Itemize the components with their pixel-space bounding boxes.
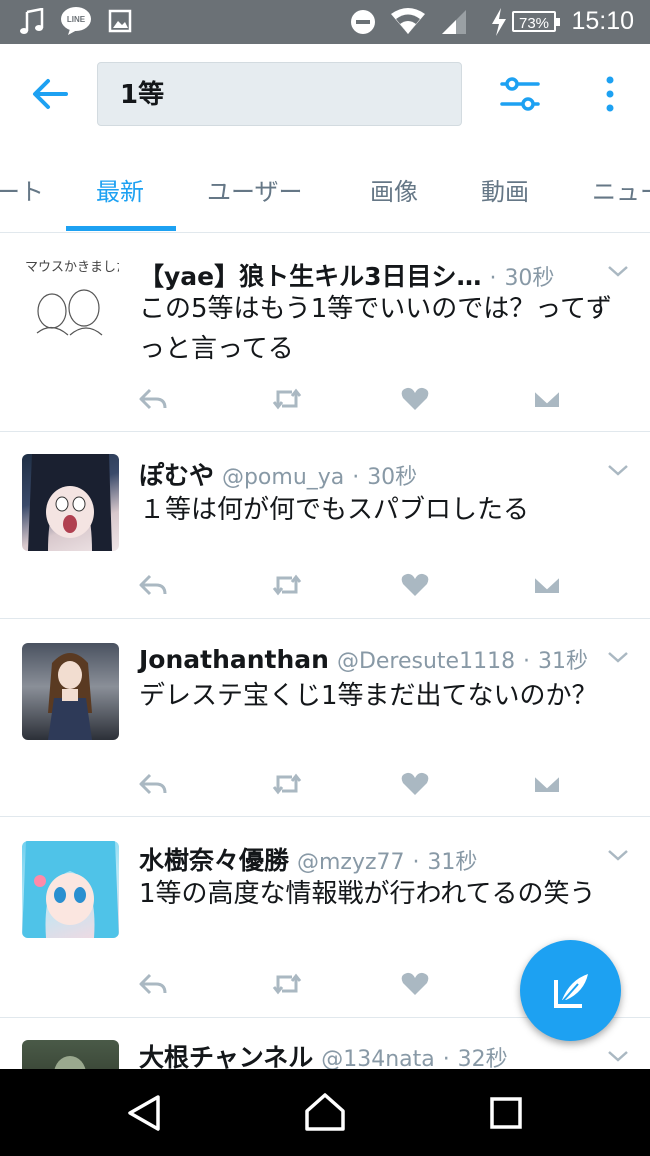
search-input[interactable]: [120, 77, 440, 107]
battery-indicator: 73%: [512, 11, 560, 32]
back-triangle-icon[interactable]: [122, 1091, 166, 1135]
compose-quill-icon: [554, 974, 588, 1008]
avatar-image: [54, 1056, 86, 1069]
tab-latest[interactable]: 最新: [96, 172, 144, 207]
search-header: [0, 44, 650, 144]
retweet-icon[interactable]: [272, 386, 302, 412]
status-bar: LINE 73% 15:10: [0, 0, 650, 44]
like-heart-icon[interactable]: [400, 771, 430, 797]
tweet-author-name[interactable]: 水樹奈々優勝: [139, 846, 289, 875]
tweet-timestamp: 30秒: [367, 465, 418, 490]
tweet-text: デレステ宝くじ1等まだ出てないのか？: [139, 681, 598, 711]
tab-news[interactable]: ニュー: [592, 172, 650, 207]
anime-girl-blue-hair-avatar-image: [22, 841, 119, 938]
tab-top[interactable]: ート: [0, 172, 44, 207]
system-navigation-bar: [0, 1069, 650, 1156]
chevron-down-icon[interactable]: [606, 847, 630, 863]
tweet-item[interactable]: ぽむや @pomu_ya · 30秒 １等は何が何でもスパブロしたる: [0, 432, 650, 619]
tweet-item[interactable]: マウスかきました! 【yae】狼ト生キル3日目シ… · 30秒 この5等はもう1…: [0, 233, 650, 432]
tab-videos[interactable]: 動画: [481, 172, 529, 207]
tweet-author-handle[interactable]: @Deresute1118: [337, 649, 515, 674]
search-tabs: ート 最新 ユーザー 画像 動画 ニュー: [0, 144, 650, 233]
like-heart-icon[interactable]: [400, 386, 430, 412]
tweet-author-name[interactable]: 大根チャンネル: [139, 1043, 313, 1069]
tweet-author-handle[interactable]: @134nata: [321, 1047, 435, 1069]
tweet-text: 1等の高度な情報戦が行われてるの笑う: [139, 879, 596, 909]
compose-tweet-button[interactable]: [520, 940, 621, 1041]
anime-idol-avatar-image: [48, 653, 92, 740]
reply-icon[interactable]: [138, 386, 168, 412]
more-vertical-icon[interactable]: [598, 74, 622, 114]
chevron-down-icon[interactable]: [606, 263, 630, 279]
sketch-avatar-image: マウスかきました!: [25, 260, 119, 336]
chevron-down-icon[interactable]: [606, 462, 630, 478]
recent-apps-icon[interactable]: [484, 1091, 528, 1135]
tweet-item[interactable]: Jonathanthan @Deresute1118 · 31秒 デレステ宝くじ…: [0, 619, 650, 817]
tweet-timestamp: 31秒: [537, 649, 588, 674]
direct-message-icon[interactable]: [532, 386, 562, 412]
status-clock: 15:10: [571, 7, 634, 35]
retweet-icon[interactable]: [272, 971, 302, 997]
home-icon[interactable]: [303, 1091, 347, 1135]
tweet-author-name[interactable]: 【yae】狼ト生キル3日目シ…: [139, 262, 482, 291]
tweet-author-name[interactable]: ぽむや: [139, 461, 214, 490]
avatar[interactable]: [22, 454, 119, 551]
tweet-timestamp: 31秒: [427, 850, 478, 875]
avatar[interactable]: マウスかきました!: [22, 253, 119, 350]
music-note-icon: [20, 8, 44, 34]
tweet-text: この5等はもう1等でいいのでは？ってずっと言ってる: [139, 294, 613, 364]
direct-message-icon[interactable]: [532, 572, 562, 598]
svg-text:LINE: LINE: [67, 15, 86, 24]
charging-bolt-icon: [492, 8, 506, 36]
search-field[interactable]: [97, 62, 462, 126]
tab-images[interactable]: 画像: [370, 172, 418, 207]
svg-text:マウスかきました!: マウスかきました!: [25, 260, 119, 275]
do-not-disturb-icon: [351, 10, 375, 34]
tweet-author-handle[interactable]: @pomu_ya: [222, 465, 344, 490]
line-app-icon: LINE: [61, 7, 91, 35]
retweet-icon[interactable]: [272, 771, 302, 797]
tweet-text: １等は何が何でもスパブロしたる: [139, 495, 530, 525]
filter-sliders-icon[interactable]: [500, 76, 540, 112]
tab-users[interactable]: ユーザー: [207, 172, 303, 207]
retweet-icon[interactable]: [272, 572, 302, 598]
reply-icon[interactable]: [138, 971, 168, 997]
wifi-icon: [391, 8, 425, 34]
chevron-down-icon[interactable]: [606, 1048, 630, 1064]
like-heart-icon[interactable]: [400, 971, 430, 997]
direct-message-icon[interactable]: [532, 771, 562, 797]
avatar[interactable]: [22, 643, 119, 740]
tweet-author-handle[interactable]: @mzyz77: [297, 850, 405, 875]
like-heart-icon[interactable]: [400, 572, 430, 598]
chevron-down-icon[interactable]: [606, 649, 630, 665]
tweet-timestamp: 30秒: [504, 266, 555, 291]
reply-icon[interactable]: [138, 771, 168, 797]
avatar[interactable]: [22, 1040, 119, 1069]
avatar[interactable]: [22, 841, 119, 938]
image-icon: [108, 9, 132, 33]
active-tab-indicator: [66, 226, 176, 231]
tweet-author-name[interactable]: Jonathanthan: [139, 645, 329, 674]
reply-icon[interactable]: [138, 572, 168, 598]
cell-signal-icon: [442, 10, 466, 34]
anime-girl-avatar-image: [28, 454, 112, 551]
tweet-timestamp: 32秒: [457, 1047, 508, 1069]
arrow-left-icon[interactable]: [30, 76, 70, 112]
